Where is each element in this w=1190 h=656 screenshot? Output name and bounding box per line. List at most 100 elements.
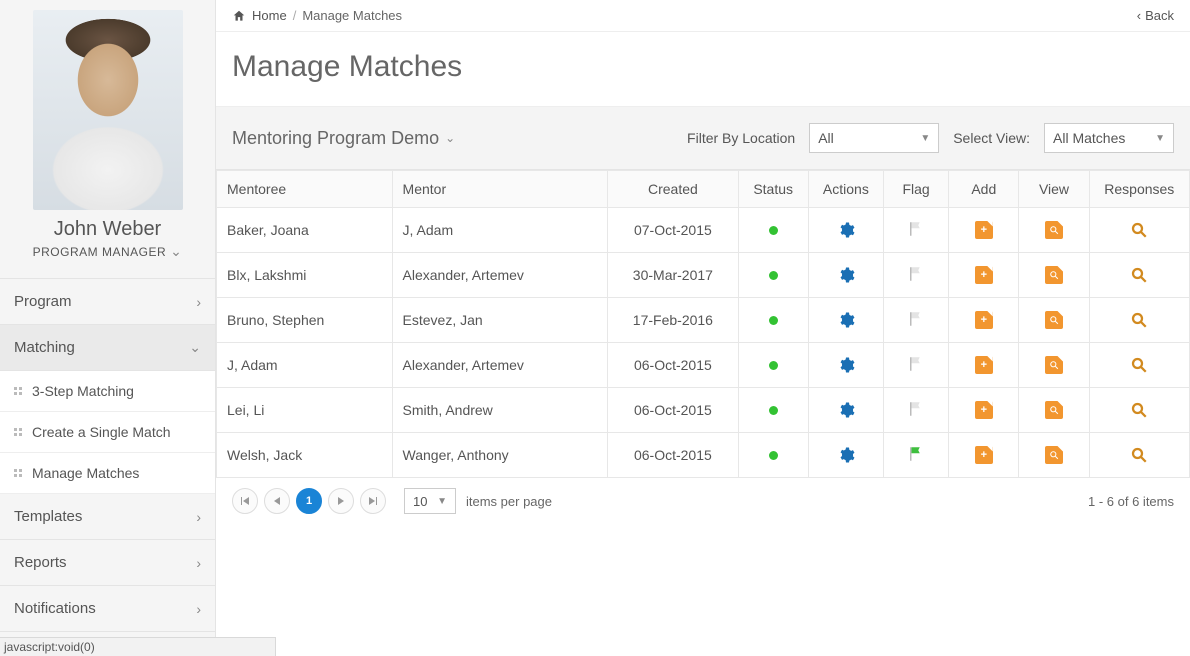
responses-search-icon-cell [1089, 298, 1189, 343]
add-document-icon[interactable] [973, 219, 995, 241]
sidebar-item-reports[interactable]: Reports› [0, 540, 215, 586]
col-view[interactable]: View [1019, 171, 1089, 208]
actions-gear-icon[interactable] [835, 219, 857, 241]
cell-mentor: Wanger, Anthony [392, 433, 608, 478]
back-link[interactable]: ‹ Back [1137, 8, 1174, 23]
cell-created: 17-Feb-2016 [608, 298, 738, 343]
responses-search-icon-cell [1089, 253, 1189, 298]
col-add[interactable]: Add [949, 171, 1019, 208]
responses-search-icon[interactable] [1128, 444, 1150, 466]
flag-icon[interactable] [905, 443, 927, 465]
pager-page-current[interactable]: 1 [296, 488, 322, 514]
view-label: Select View: [953, 130, 1030, 146]
col-status[interactable]: Status [738, 171, 808, 208]
sidebar: John Weber PROGRAM MANAGER ⌄ Program›Mat… [0, 0, 216, 656]
responses-search-icon[interactable] [1128, 354, 1150, 376]
flag-icon[interactable] [905, 218, 927, 240]
breadcrumb-sep: / [293, 8, 297, 23]
table-row: Baker, JoanaJ, Adam07-Oct-2015 [217, 208, 1190, 253]
cell-mentor: Alexander, Artemev [392, 343, 608, 388]
cell-view [1019, 388, 1089, 433]
flag-icon[interactable] [905, 263, 927, 285]
actions-gear-icon[interactable] [835, 264, 857, 286]
pager-buttons: 1 [232, 488, 386, 514]
pager-prev[interactable] [264, 488, 290, 514]
toolbar: Mentoring Program Demo ⌄ Filter By Locat… [216, 107, 1190, 170]
actions-gear-icon-cell [808, 208, 883, 253]
col-mentoree[interactable]: Mentoree [217, 171, 393, 208]
responses-search-icon-cell [1089, 208, 1189, 253]
responses-search-icon[interactable] [1128, 309, 1150, 331]
select-view-select[interactable]: All Matches ▼ [1044, 123, 1174, 153]
profile: John Weber PROGRAM MANAGER ⌄ [0, 0, 215, 278]
cell-view [1019, 433, 1089, 478]
page-size-select[interactable]: 10 ▼ [404, 488, 456, 514]
table-row: Blx, LakshmiAlexander, Artemev30-Mar-201… [217, 253, 1190, 298]
responses-search-icon-cell [1089, 388, 1189, 433]
col-responses[interactable]: Responses [1089, 171, 1189, 208]
col-actions[interactable]: Actions [808, 171, 883, 208]
actions-gear-icon[interactable] [835, 399, 857, 421]
actions-gear-icon[interactable] [835, 309, 857, 331]
cell-mentor: Alexander, Artemev [392, 253, 608, 298]
sidebar-subitem-3-step-matching[interactable]: 3-Step Matching [0, 371, 215, 412]
breadcrumb-home[interactable]: Home [252, 8, 287, 23]
toolbar-right: Filter By Location All ▼ Select View: Al… [687, 123, 1174, 153]
cell-mentoree: Lei, Li [217, 388, 393, 433]
sidebar-item-notifications[interactable]: Notifications› [0, 586, 215, 632]
view-document-icon[interactable] [1043, 219, 1065, 241]
view-document-icon[interactable] [1043, 444, 1065, 466]
add-document-icon[interactable] [973, 444, 995, 466]
sidebar-item-label: Matching [14, 339, 75, 356]
cell-add [949, 388, 1019, 433]
col-created[interactable]: Created [608, 171, 738, 208]
cell-mentor: J, Adam [392, 208, 608, 253]
sidebar-item-program[interactable]: Program› [0, 279, 215, 325]
pager-bar: 1 10 ▼ items per page 1 - 6 of 6 i [216, 478, 1190, 524]
avatar [33, 10, 183, 210]
cell-mentoree: Blx, Lakshmi [217, 253, 393, 298]
cell-created: 06-Oct-2015 [608, 388, 738, 433]
actions-gear-icon[interactable] [835, 444, 857, 466]
actions-gear-icon-cell [808, 298, 883, 343]
status-dot-icon [769, 406, 778, 415]
flag-icon[interactable] [905, 398, 927, 420]
view-document-icon[interactable] [1043, 354, 1065, 376]
col-mentor[interactable]: Mentor [392, 171, 608, 208]
add-document-icon[interactable] [973, 354, 995, 376]
cell-view [1019, 343, 1089, 388]
page-title: Manage Matches [232, 50, 1174, 84]
view-document-icon[interactable] [1043, 309, 1065, 331]
profile-role-dropdown[interactable]: PROGRAM MANAGER ⌄ [33, 243, 183, 260]
responses-search-icon[interactable] [1128, 264, 1150, 286]
flag-icon-cell [884, 343, 949, 388]
view-document-icon[interactable] [1043, 399, 1065, 421]
col-flag[interactable]: Flag [884, 171, 949, 208]
browser-status-hint: javascript:void(0) [0, 637, 276, 656]
sidebar-item-templates[interactable]: Templates› [0, 494, 215, 540]
flag-icon-cell [884, 298, 949, 343]
view-document-icon[interactable] [1043, 264, 1065, 286]
flag-icon[interactable] [905, 308, 927, 330]
actions-gear-icon[interactable] [835, 354, 857, 376]
pager-next[interactable] [328, 488, 354, 514]
sidebar-subitem-manage-matches[interactable]: Manage Matches [0, 453, 215, 494]
flag-icon[interactable] [905, 353, 927, 375]
sidebar-subitem-create-a-single-match[interactable]: Create a Single Match [0, 412, 215, 453]
responses-search-icon[interactable] [1128, 219, 1150, 241]
profile-name: John Weber [10, 218, 205, 241]
add-document-icon[interactable] [973, 309, 995, 331]
chevron-right-icon: › [196, 601, 201, 617]
program-select[interactable]: Mentoring Program Demo ⌄ [232, 128, 455, 149]
sidebar-item-matching[interactable]: Matching⌄ [0, 325, 215, 371]
cell-created: 07-Oct-2015 [608, 208, 738, 253]
responses-search-icon[interactable] [1128, 399, 1150, 421]
pager-last[interactable] [360, 488, 386, 514]
actions-gear-icon-cell [808, 433, 883, 478]
pager-first[interactable] [232, 488, 258, 514]
sidebar-item-label: Templates [14, 508, 82, 525]
add-document-icon[interactable] [973, 399, 995, 421]
add-document-icon[interactable] [973, 264, 995, 286]
cell-created: 30-Mar-2017 [608, 253, 738, 298]
filter-location-select[interactable]: All ▼ [809, 123, 939, 153]
